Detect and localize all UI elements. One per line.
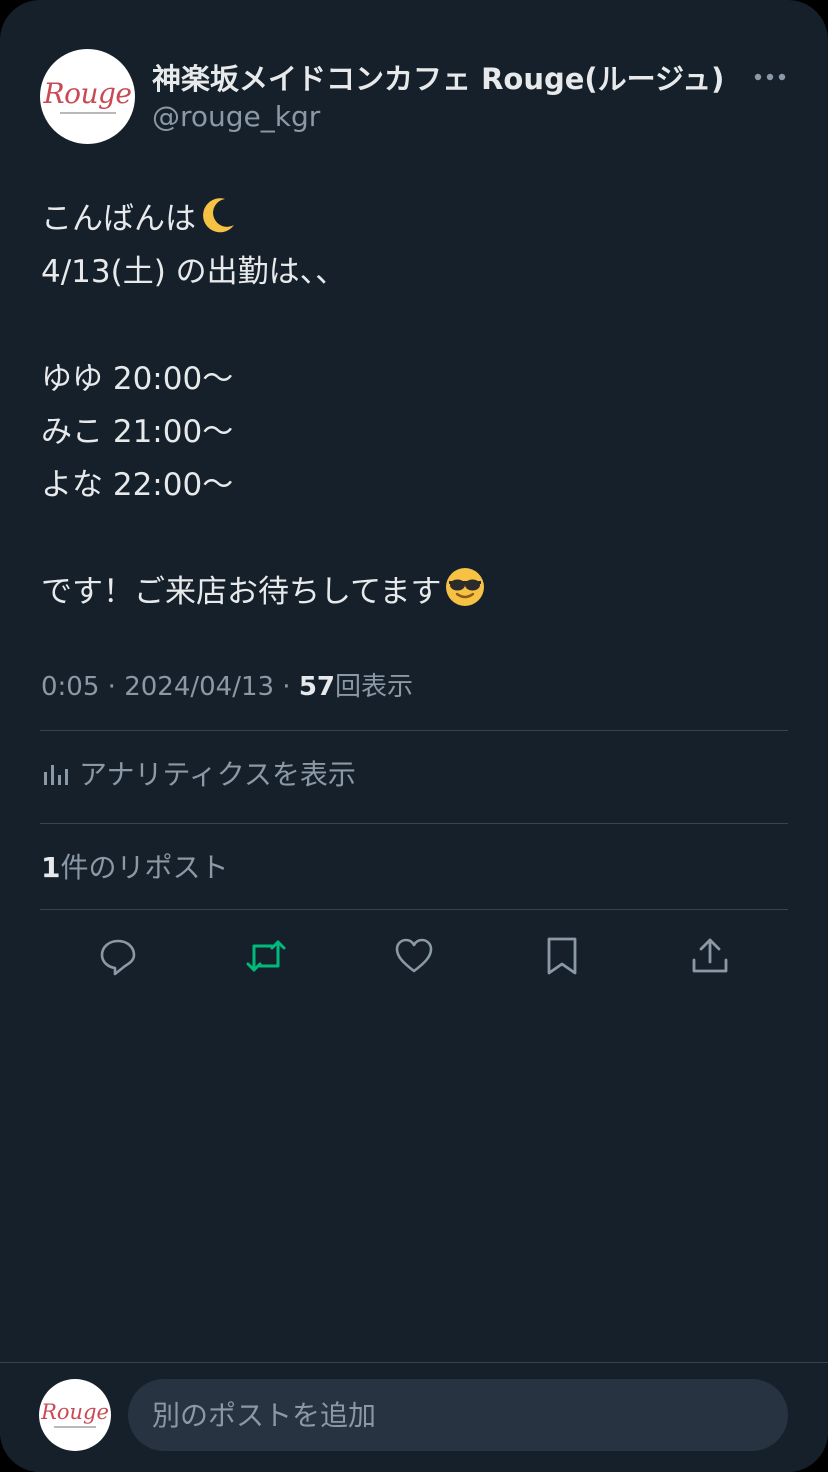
views-count: 57 xyxy=(298,672,336,702)
reply-button[interactable] xyxy=(94,932,142,980)
avatar-logo-underline xyxy=(59,111,116,114)
like-icon xyxy=(395,938,433,973)
repost-count: 1 xyxy=(41,851,61,884)
crescent-moon-icon xyxy=(198,195,238,252)
more-dots-icon xyxy=(754,73,786,81)
post-text-line-0: こんばんは xyxy=(41,201,196,237)
repost-count-link[interactable]: 1件のリポスト xyxy=(41,846,229,886)
views-label: 回表示 xyxy=(335,672,414,702)
post-text-line: です！ご来店お待ちしてます xyxy=(41,566,781,619)
avatar-logo-text: Rouge xyxy=(41,1400,109,1424)
post-text-line-6 xyxy=(41,513,781,566)
post-date[interactable]: 2024/04/13 xyxy=(124,672,274,702)
post-text-line-2 xyxy=(41,300,781,353)
repost-icon xyxy=(246,940,286,972)
add-post-input[interactable] xyxy=(128,1379,788,1451)
post-detail-screen: Rouge 神楽坂メイドコンカフェ Rouge(ルージュ) @rouge_kgr… xyxy=(0,0,828,1472)
sunglasses-face-icon xyxy=(444,566,486,625)
analytics-label: アナリティクスを表示 xyxy=(79,758,356,791)
meta-separator: · xyxy=(99,672,125,702)
divider xyxy=(40,730,788,731)
share-icon xyxy=(692,938,728,973)
share-button[interactable] xyxy=(686,932,734,980)
avatar-logo-underline xyxy=(54,1426,96,1428)
bookmark-button[interactable] xyxy=(538,932,586,980)
avatar-logo-text: Rouge xyxy=(43,76,132,110)
author-handle[interactable]: @rouge_kgr xyxy=(152,100,320,133)
post-text-line-4: みこ 21:00〜 xyxy=(41,414,234,451)
repost-button[interactable] xyxy=(242,932,290,980)
analytics-bar-icon xyxy=(41,759,69,787)
post-text-line-1: 4/13(土) の出勤は、、 xyxy=(41,254,347,291)
divider xyxy=(40,823,788,824)
post-meta: 0:05 · 2024/04/13 · 57回表示 xyxy=(41,666,413,703)
post-time[interactable]: 0:05 xyxy=(41,672,99,702)
meta-separator: · xyxy=(274,672,299,702)
post-text-line: こんばんは xyxy=(41,193,781,246)
reply-icon xyxy=(100,939,136,976)
post-text-line-7: です！ご来店お待ちしてます xyxy=(41,574,442,611)
like-button[interactable] xyxy=(390,932,438,980)
reply-composer: Rouge xyxy=(0,1362,828,1472)
author-display-name[interactable]: 神楽坂メイドコンカフェ Rouge(ルージュ) xyxy=(152,56,724,98)
bookmark-icon xyxy=(547,937,577,975)
repost-label: 件のリポスト xyxy=(60,851,229,884)
more-options-button[interactable] xyxy=(748,60,792,94)
divider xyxy=(40,909,788,910)
composer-avatar[interactable]: Rouge xyxy=(39,1379,111,1451)
view-analytics-link[interactable]: アナリティクスを表示 xyxy=(41,753,356,793)
post-text-line-3: ゆゆ 20:00〜 xyxy=(41,360,234,397)
author-avatar[interactable]: Rouge xyxy=(40,49,135,144)
post-text: こんばんは 4/13(土) の出勤は、、 ゆゆ 20:00〜 みこ 21:00〜… xyxy=(41,193,781,619)
post-text-line-5: よな 22:00〜 xyxy=(41,467,234,504)
